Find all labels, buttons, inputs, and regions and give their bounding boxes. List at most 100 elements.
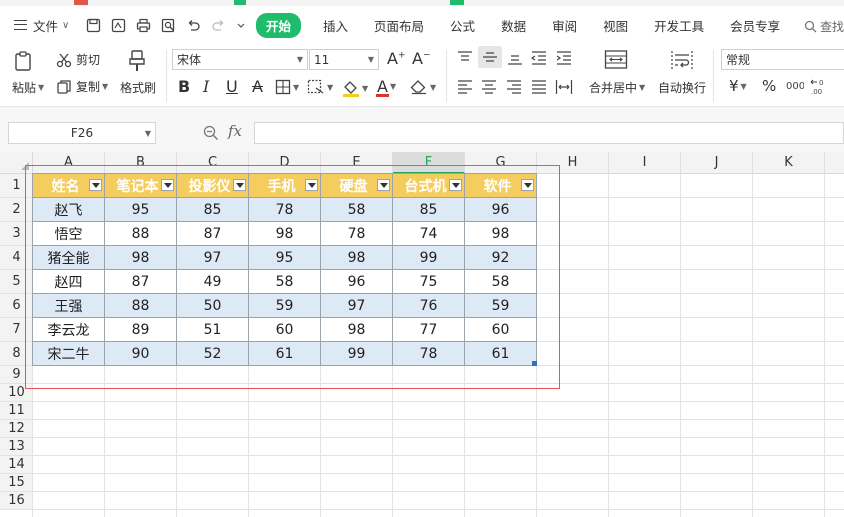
filter-dropdown-icon[interactable] (449, 179, 462, 191)
select-all-corner[interactable] (0, 152, 33, 174)
row-header-7[interactable]: 7 (0, 318, 33, 342)
row-header-8[interactable]: 8 (0, 342, 33, 366)
italic-button[interactable]: I (203, 77, 209, 96)
table-cell[interactable]: 李云龙 (33, 318, 105, 342)
column-header-f[interactable]: F (393, 152, 465, 174)
number-format-select[interactable]: 常规 (721, 49, 844, 70)
table-cell[interactable]: 96 (321, 270, 393, 294)
table-cell[interactable]: 50 (177, 294, 249, 318)
table-cell[interactable]: 95 (105, 198, 177, 222)
clear-button[interactable]: ▼ (410, 79, 436, 95)
fill-pattern-button[interactable]: ▼ (307, 79, 333, 95)
table-cell[interactable]: 77 (393, 318, 465, 342)
table-cell[interactable]: 88 (105, 294, 177, 318)
table-resize-handle[interactable] (532, 361, 537, 366)
print-preview-icon[interactable] (161, 18, 176, 33)
worksheet[interactable]: ABCDEFGHIJK 1 2 3 4 5 6 7 8 9 10 11 12 13 14 15 16 姓名 笔记… (0, 152, 844, 517)
search-box[interactable]: 查找 (804, 18, 844, 35)
column-header-b[interactable]: B (105, 152, 177, 174)
bold-button[interactable]: B (178, 77, 190, 96)
font-color-button[interactable]: A ▼ (376, 77, 396, 97)
table-cell[interactable]: 78 (321, 222, 393, 246)
save-icon[interactable] (86, 18, 101, 33)
font-name-select[interactable]: 宋体 ▼ (172, 49, 308, 70)
row-header-13[interactable]: 13 (0, 438, 33, 456)
table-cell[interactable]: 99 (393, 246, 465, 270)
borders-button[interactable]: ▼ (275, 79, 299, 95)
increase-font-size-button[interactable]: A+ (387, 49, 406, 68)
column-header-k[interactable]: K (753, 152, 825, 174)
justify-button[interactable] (530, 79, 548, 95)
table-cell[interactable]: 75 (393, 270, 465, 294)
table-cell[interactable]: 58 (321, 198, 393, 222)
table-cell[interactable]: 85 (177, 198, 249, 222)
table-cell[interactable]: 87 (105, 270, 177, 294)
paste-button[interactable]: 粘贴 ▼ (12, 79, 44, 96)
table-cell[interactable]: 61 (249, 342, 321, 366)
column-header-h[interactable]: H (537, 152, 609, 174)
thousands-separator-button[interactable]: 000 (786, 79, 804, 93)
formula-input[interactable] (254, 122, 844, 144)
tab-formulas[interactable]: 公式 (450, 16, 475, 35)
table-cell[interactable]: 王强 (33, 294, 105, 318)
table-header-cell[interactable]: 姓名 (33, 174, 105, 198)
row-header-6[interactable]: 6 (0, 294, 33, 318)
table-cell[interactable]: 52 (177, 342, 249, 366)
row-header-14[interactable]: 14 (0, 456, 33, 474)
row-header-11[interactable]: 11 (0, 402, 33, 420)
cut-button[interactable]: 剪切 (56, 51, 100, 68)
table-cell[interactable]: 59 (465, 294, 537, 318)
increase-decimal-button[interactable]: 0.00 (810, 77, 830, 97)
column-header-e[interactable]: E (321, 152, 393, 174)
row-header-9[interactable]: 9 (0, 366, 33, 384)
table-header-cell[interactable]: 笔记本 (105, 174, 177, 198)
table-cell[interactable]: 76 (393, 294, 465, 318)
distributed-button[interactable] (555, 79, 573, 95)
table-cell[interactable]: 60 (465, 318, 537, 342)
table-cell[interactable]: 宋二牛 (33, 342, 105, 366)
merge-center-button[interactable]: 合并居中 ▼ (589, 79, 645, 96)
table-cell[interactable]: 98 (465, 222, 537, 246)
fill-color-button[interactable]: ▼ (342, 79, 368, 97)
table-cell[interactable]: 98 (321, 318, 393, 342)
decrease-font-size-button[interactable]: A− (412, 49, 431, 68)
table-cell[interactable]: 90 (105, 342, 177, 366)
export-pdf-icon[interactable] (111, 18, 126, 33)
row-header-4[interactable]: 4 (0, 246, 33, 270)
table-cell[interactable]: 60 (249, 318, 321, 342)
tab-developer[interactable]: 开发工具 (654, 16, 704, 35)
wrap-text-icon[interactable] (670, 49, 694, 71)
print-icon[interactable] (136, 18, 151, 33)
align-middle-button[interactable] (478, 46, 502, 68)
table-cell[interactable]: 51 (177, 318, 249, 342)
format-painter-button[interactable]: 格式刷 (120, 79, 156, 96)
filter-dropdown-icon[interactable] (89, 179, 102, 191)
table-header-cell[interactable]: 手机 (249, 174, 321, 198)
column-header-d[interactable]: D (249, 152, 321, 174)
table-cell[interactable]: 赵四 (33, 270, 105, 294)
column-header-a[interactable]: A (33, 152, 105, 174)
table-cell[interactable]: 赵飞 (33, 198, 105, 222)
table-cell[interactable]: 98 (321, 246, 393, 270)
row-header-12[interactable]: 12 (0, 420, 33, 438)
tab-data[interactable]: 数据 (501, 16, 526, 35)
strikethrough-button[interactable]: A (252, 77, 263, 96)
currency-button[interactable]: ¥ ▼ (729, 77, 747, 95)
tab-home[interactable]: 开始 (256, 12, 302, 38)
column-header-j[interactable]: J (681, 152, 753, 174)
font-size-select[interactable]: 11 ▼ (309, 49, 379, 70)
table-cell[interactable]: 97 (321, 294, 393, 318)
table-cell[interactable]: 98 (249, 222, 321, 246)
table-cell[interactable]: 97 (177, 246, 249, 270)
zoom-icon[interactable] (203, 125, 219, 141)
format-painter-icon[interactable] (126, 49, 148, 73)
row-header-10[interactable]: 10 (0, 384, 33, 402)
filter-dropdown-icon[interactable] (521, 179, 534, 191)
table-cell[interactable]: 89 (105, 318, 177, 342)
tab-member[interactable]: 会员专享 (730, 16, 780, 35)
table-cell[interactable]: 悟空 (33, 222, 105, 246)
align-bottom-button[interactable] (506, 50, 524, 66)
table-cell[interactable]: 49 (177, 270, 249, 294)
tab-page-layout[interactable]: 页面布局 (374, 16, 424, 35)
filter-dropdown-icon[interactable] (377, 179, 390, 191)
